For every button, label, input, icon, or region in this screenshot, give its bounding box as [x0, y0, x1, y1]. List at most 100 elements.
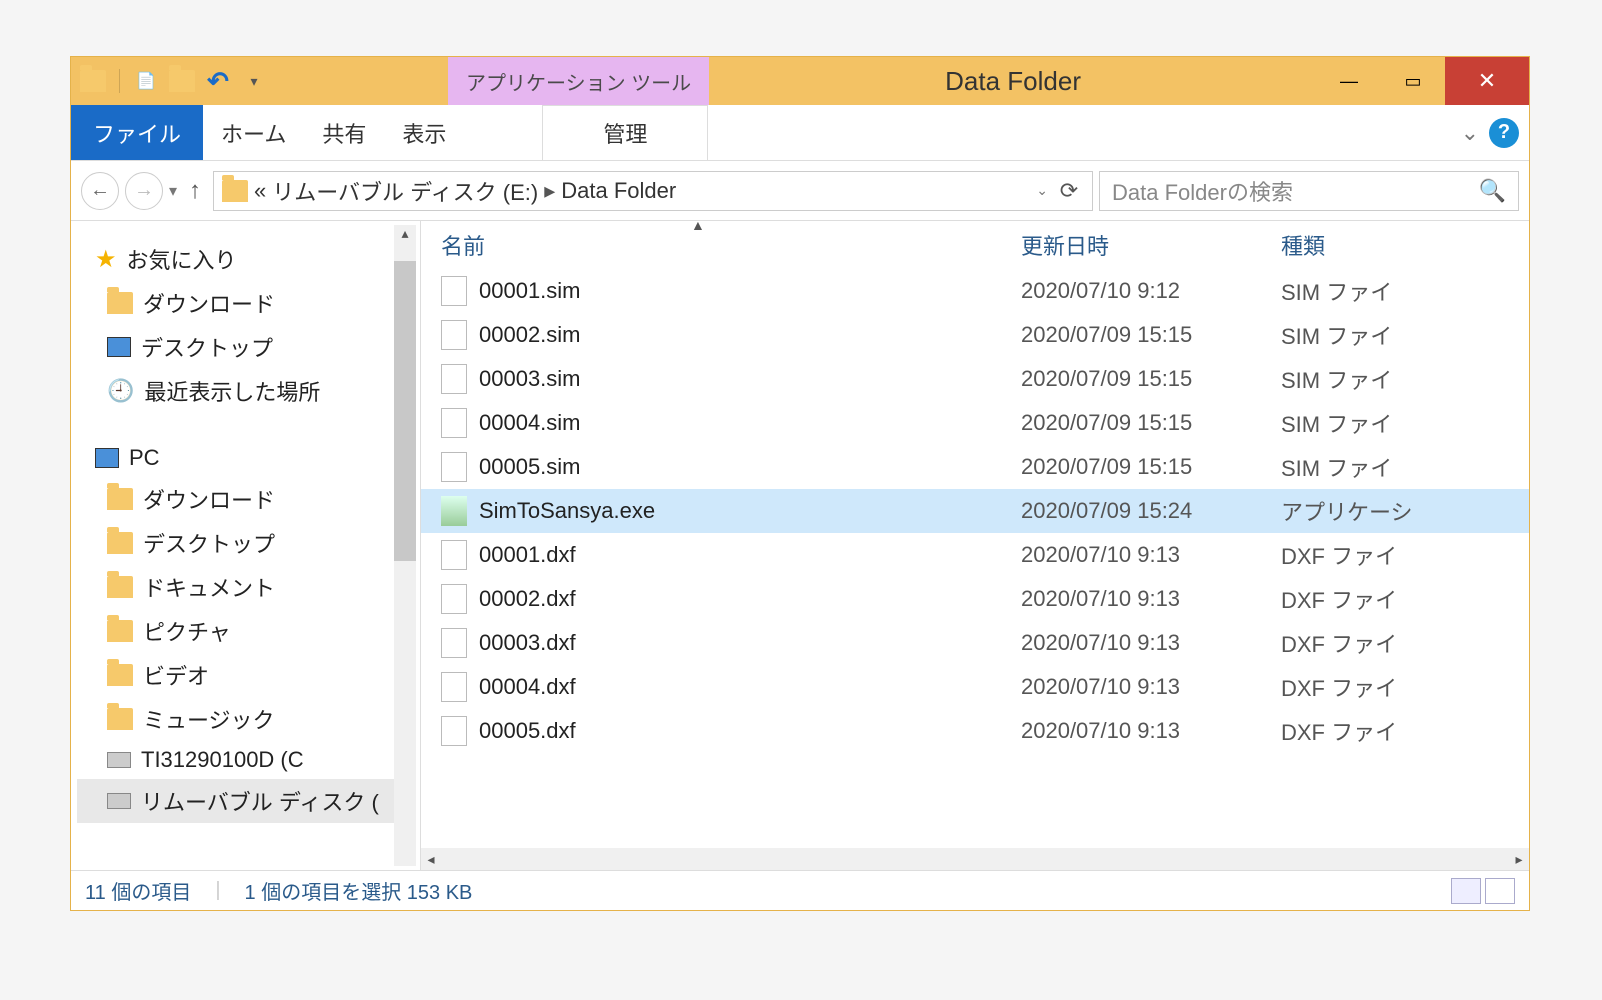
folder-icon	[107, 532, 133, 554]
chevron-right-icon[interactable]: ▸	[544, 178, 555, 204]
breadcrumb-current[interactable]: Data Folder	[561, 178, 676, 204]
search-placeholder: Data Folderの検索	[1112, 175, 1293, 207]
file-date: 2020/07/10 9:13	[1021, 718, 1281, 744]
file-icon	[441, 496, 467, 526]
scroll-right-icon[interactable]: ▸	[1509, 851, 1529, 868]
file-date: 2020/07/09 15:15	[1021, 322, 1281, 348]
nav-recent[interactable]: 🕘最近表示した場所	[77, 369, 414, 413]
overflow-chevron[interactable]: «	[254, 178, 266, 204]
breadcrumb-parent[interactable]: リムーバブル ディスク (E:)	[272, 175, 538, 207]
scroll-up-icon[interactable]: ▴	[394, 225, 416, 243]
history-dropdown-icon[interactable]: ▾	[169, 181, 177, 201]
refresh-icon[interactable]: ⟳	[1054, 178, 1084, 204]
column-type[interactable]: 種類	[1281, 229, 1529, 261]
file-icon	[441, 540, 467, 570]
drive-icon	[107, 752, 131, 768]
nav-pc[interactable]: PC	[77, 439, 414, 477]
search-box[interactable]: Data Folderの検索 🔍	[1099, 171, 1519, 211]
file-type: DXF ファイ	[1281, 715, 1529, 747]
file-row[interactable]: SimToSansya.exe2020/07/09 15:24アプリケーシ	[421, 489, 1529, 533]
properties-icon[interactable]: 📄	[132, 67, 160, 95]
undo-icon[interactable]: ↶	[204, 67, 232, 95]
navigation-pane[interactable]: ★お気に入り ダウンロード デスクトップ 🕘最近表示した場所 PC ダウンロード…	[71, 221, 421, 870]
help-icon[interactable]: ?	[1489, 118, 1519, 148]
file-row[interactable]: 00002.dxf2020/07/10 9:13DXF ファイ	[421, 577, 1529, 621]
folder-icon	[79, 67, 107, 95]
folder-icon	[107, 488, 133, 510]
tab-view[interactable]: 表示	[384, 105, 464, 160]
titlebar[interactable]: 📄 ↶ ▾ アプリケーション ツール Data Folder — ▭ ✕	[71, 57, 1529, 105]
address-dropdown-icon[interactable]: ⌄	[1036, 182, 1048, 199]
file-row[interactable]: 00004.sim2020/07/09 15:15SIM ファイ	[421, 401, 1529, 445]
window-title: Data Folder	[709, 66, 1317, 97]
nav-pc-downloads[interactable]: ダウンロード	[77, 477, 414, 521]
sort-asc-icon: ▲	[691, 221, 705, 233]
file-name: 00003.sim	[479, 366, 581, 392]
file-row[interactable]: 00003.dxf2020/07/10 9:13DXF ファイ	[421, 621, 1529, 665]
horizontal-scrollbar[interactable]: ◂ ▸	[421, 848, 1529, 870]
nav-favorites[interactable]: ★お気に入り	[77, 237, 414, 281]
tab-manage[interactable]: 管理	[542, 105, 708, 160]
nav-pc-cdrive[interactable]: TI31290100D (C	[77, 741, 414, 779]
file-row[interactable]: 00001.dxf2020/07/10 9:13DXF ファイ	[421, 533, 1529, 577]
nav-pc-music[interactable]: ミュージック	[77, 697, 414, 741]
minimize-button[interactable]: —	[1317, 57, 1381, 105]
qat-dropdown-icon[interactable]: ▾	[240, 67, 268, 95]
file-icon	[441, 628, 467, 658]
column-name[interactable]: 名前▲	[441, 229, 1021, 261]
up-button[interactable]: ↑	[183, 177, 207, 205]
file-date: 2020/07/09 15:15	[1021, 366, 1281, 392]
tab-share[interactable]: 共有	[304, 105, 384, 160]
separator	[119, 69, 120, 93]
file-icon	[441, 584, 467, 614]
file-row[interactable]: 00002.sim2020/07/09 15:15SIM ファイ	[421, 313, 1529, 357]
file-row[interactable]: 00004.dxf2020/07/10 9:13DXF ファイ	[421, 665, 1529, 709]
file-name: 00004.dxf	[479, 674, 576, 700]
new-folder-icon[interactable]	[168, 67, 196, 95]
desktop-icon	[107, 337, 131, 357]
file-row[interactable]: 00005.dxf2020/07/10 9:13DXF ファイ	[421, 709, 1529, 753]
scroll-thumb[interactable]	[394, 261, 416, 561]
nav-pc-desktop[interactable]: デスクトップ	[77, 521, 414, 565]
address-bar[interactable]: « リムーバブル ディスク (E:) ▸ Data Folder ⌄ ⟳	[213, 171, 1093, 211]
item-count: 11 個の項目	[85, 876, 191, 905]
expand-ribbon-icon[interactable]: ⌄	[1461, 120, 1479, 146]
nav-pc-removable[interactable]: リムーバブル ディスク (	[77, 779, 414, 823]
file-row[interactable]: 00003.sim2020/07/09 15:15SIM ファイ	[421, 357, 1529, 401]
file-type: SIM ファイ	[1281, 319, 1529, 351]
file-icon	[441, 716, 467, 746]
scroll-left-icon[interactable]: ◂	[421, 851, 441, 868]
file-icon	[441, 672, 467, 702]
nav-pc-pictures[interactable]: ピクチャ	[77, 609, 414, 653]
back-button[interactable]: ←	[81, 172, 119, 210]
file-date: 2020/07/10 9:13	[1021, 630, 1281, 656]
file-icon	[441, 276, 467, 306]
column-date[interactable]: 更新日時	[1021, 229, 1281, 261]
search-icon[interactable]: 🔍	[1479, 178, 1506, 204]
folder-icon	[107, 708, 133, 730]
file-name: 00003.dxf	[479, 630, 576, 656]
explorer-window: 📄 ↶ ▾ アプリケーション ツール Data Folder — ▭ ✕ ファイ…	[70, 56, 1530, 911]
file-row[interactable]: 00005.sim2020/07/09 15:15SIM ファイ	[421, 445, 1529, 489]
tab-home[interactable]: ホーム	[203, 105, 304, 160]
folder-icon	[107, 620, 133, 642]
details-view-button[interactable]	[1451, 878, 1481, 904]
file-icon	[441, 320, 467, 350]
nav-pc-videos[interactable]: ビデオ	[77, 653, 414, 697]
nav-desktop[interactable]: デスクトップ	[77, 325, 414, 369]
file-row[interactable]: 00001.sim2020/07/10 9:12SIM ファイ	[421, 269, 1529, 313]
file-tab[interactable]: ファイル	[71, 105, 203, 160]
context-tab-label: アプリケーション ツール	[448, 57, 709, 106]
quick-access-toolbar: 📄 ↶ ▾	[71, 67, 268, 95]
file-icon	[441, 364, 467, 394]
thumbnails-view-button[interactable]	[1485, 878, 1515, 904]
nav-downloads[interactable]: ダウンロード	[77, 281, 414, 325]
nav-pc-documents[interactable]: ドキュメント	[77, 565, 414, 609]
folder-icon	[222, 180, 248, 202]
column-headers: 名前▲ 更新日時 種類	[421, 221, 1529, 269]
maximize-button[interactable]: ▭	[1381, 57, 1445, 105]
file-date: 2020/07/10 9:13	[1021, 542, 1281, 568]
close-button[interactable]: ✕	[1445, 57, 1529, 105]
forward-button[interactable]: →	[125, 172, 163, 210]
nav-scrollbar[interactable]: ▴	[394, 225, 416, 866]
